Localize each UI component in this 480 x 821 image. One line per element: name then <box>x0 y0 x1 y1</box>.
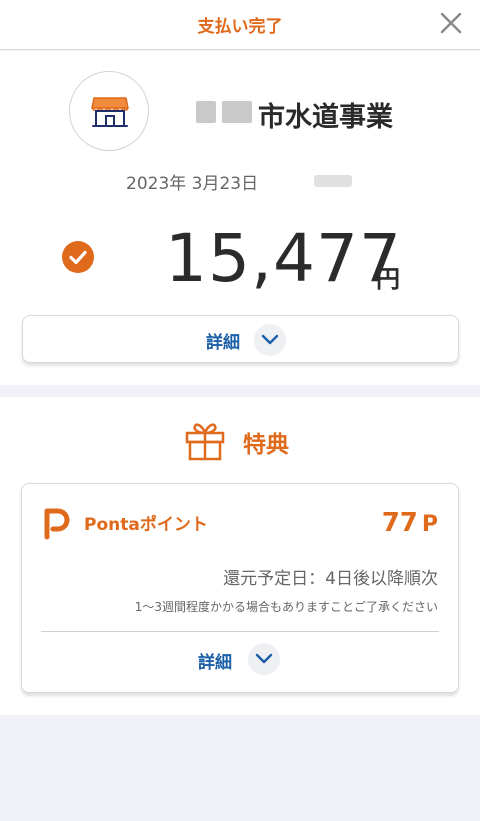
detail-button-label: 詳細 <box>198 653 232 673</box>
points-detail-button[interactable]: 詳細 <box>22 636 458 684</box>
benefits-section: 特典 Pontaポイント 77 P 還元予定日：4日後以降順次 1〜3週間程度かか… <box>0 397 480 715</box>
payment-date: 2023年 3月23日 <box>126 174 259 194</box>
return-date: 還元予定日：4日後以降順次 <box>223 569 438 589</box>
header-bar: 支払い完了 <box>0 0 480 50</box>
redacted-block <box>222 101 252 123</box>
gift-icon <box>185 423 225 461</box>
ponta-card: Pontaポイント 77 P 還元予定日：4日後以降順次 1〜3週間程度かかる場合… <box>21 483 459 693</box>
redacted-block <box>196 101 216 123</box>
ponta-label: Pontaポイント <box>84 515 208 535</box>
chevron-down-icon <box>248 643 280 675</box>
close-icon <box>440 12 462 34</box>
store-name: 市水道事業 <box>258 102 393 133</box>
check-circle-icon <box>62 241 94 273</box>
store-icon <box>91 97 129 127</box>
detail-button-label: 詳細 <box>206 333 240 353</box>
benefits-title: 特典 <box>243 432 289 458</box>
return-note: 1〜3週間程度かかる場合もありますことご了承ください <box>134 600 438 614</box>
payment-detail-button[interactable]: 詳細 <box>22 315 459 363</box>
redacted-time <box>314 175 352 187</box>
points-unit: P <box>421 512 438 537</box>
payment-amount: 15,477 <box>165 220 402 297</box>
page-title: 支払い完了 <box>197 17 283 37</box>
payment-summary: 市水道事業 2023年 3月23日 15,477 円 詳細 <box>0 51 480 385</box>
points-earned: 77 P <box>382 508 438 538</box>
store-avatar <box>69 71 149 151</box>
divider <box>41 631 439 632</box>
close-button[interactable] <box>436 8 466 38</box>
points-value: 77 <box>381 508 418 538</box>
chevron-down-icon <box>254 324 286 356</box>
currency-label: 円 <box>376 265 400 293</box>
ponta-logo-icon <box>44 508 70 540</box>
